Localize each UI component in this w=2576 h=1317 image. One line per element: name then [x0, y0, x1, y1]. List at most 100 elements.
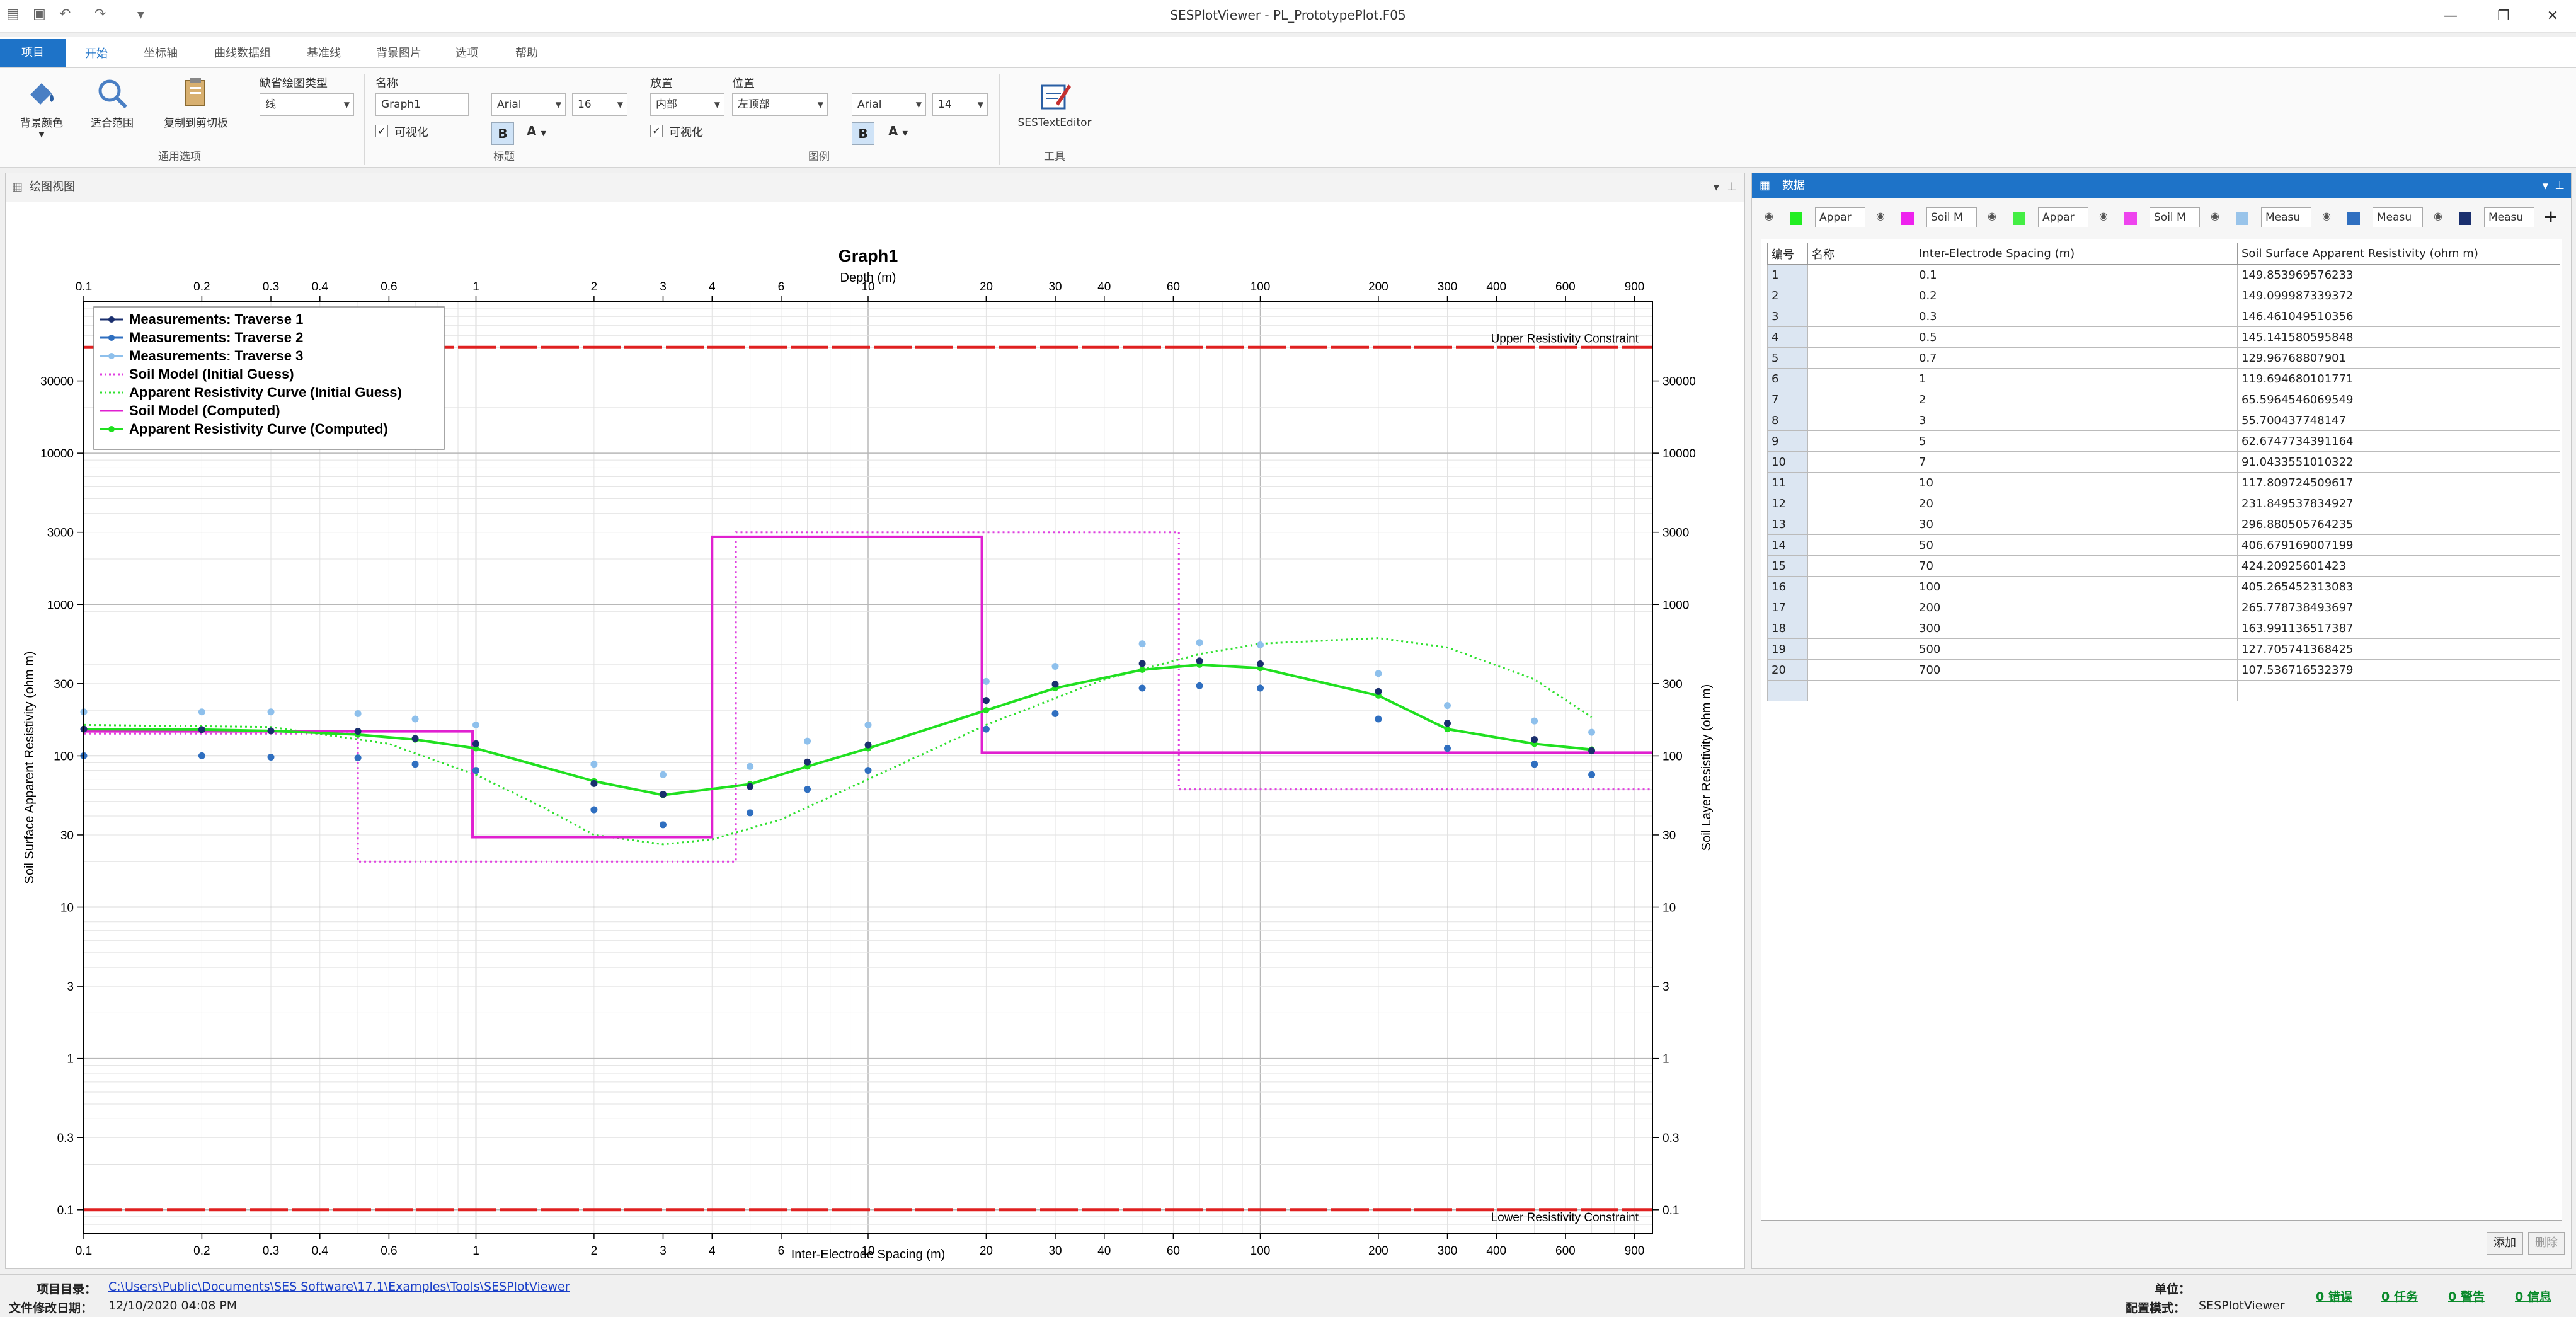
- row-index[interactable]: 7: [1767, 389, 1808, 410]
- legend-font-color-button[interactable]: A ▼: [888, 124, 908, 139]
- row-name[interactable]: [1807, 326, 1915, 348]
- copy-clipboard-button[interactable]: 复制到剪切板: [155, 76, 237, 130]
- add-series-button[interactable]: +: [2543, 206, 2558, 230]
- row-resistivity[interactable]: 265.778738493697: [2237, 597, 2560, 618]
- eye-icon[interactable]: ◉: [1876, 210, 1885, 222]
- row-name[interactable]: [1807, 389, 1915, 410]
- table-row[interactable]: 3 0.3 146.461049510356: [1767, 306, 2560, 327]
- add-row-button[interactable]: 添加: [2487, 1232, 2523, 1255]
- pin-icon[interactable]: ⊥: [2555, 173, 2565, 198]
- data-table[interactable]: 编号 名称 Inter-Electrode Spacing (m) Soil S…: [1767, 243, 2560, 701]
- row-name[interactable]: [1807, 306, 1915, 327]
- eye-icon[interactable]: ◉: [1765, 210, 1773, 222]
- row-name[interactable]: [1807, 555, 1915, 577]
- table-row[interactable]: 13 30 296.880505764235: [1767, 514, 2560, 535]
- row-spacing[interactable]: 50: [1915, 534, 2238, 556]
- table-row[interactable]: 19 500 127.705741368425: [1767, 638, 2560, 660]
- table-row[interactable]: 2 0.2 149.099987339372: [1767, 285, 2560, 306]
- table-row[interactable]: 14 50 406.679169007199: [1767, 534, 2560, 556]
- row-name[interactable]: [1807, 472, 1915, 493]
- panel-dropdown-icon[interactable]: ▼: [2543, 173, 2548, 198]
- series-tab-name[interactable]: Appar: [1815, 207, 1865, 227]
- series-tab[interactable]: ◉ Appar: [1984, 206, 2092, 230]
- row-resistivity[interactable]: 149.853969576233: [2237, 264, 2560, 285]
- row-index[interactable]: 4: [1767, 326, 1808, 348]
- table-row[interactable]: 7 2 65.5964546069549: [1767, 389, 2560, 410]
- column-header-resistivity[interactable]: Soil Surface Apparent Resistivity (ohm m…: [2237, 243, 2560, 265]
- row-spacing[interactable]: 5: [1915, 430, 2238, 452]
- row-spacing[interactable]: 70: [1915, 555, 2238, 577]
- row-resistivity[interactable]: 119.694680101771: [2237, 368, 2560, 389]
- legend-size-select[interactable]: 14 ▼: [932, 93, 988, 116]
- row-index[interactable]: 1: [1767, 264, 1808, 285]
- row-resistivity[interactable]: 163.991136517387: [2237, 618, 2560, 639]
- row-index[interactable]: 8: [1767, 410, 1808, 431]
- row-spacing[interactable]: 10: [1915, 472, 2238, 493]
- row-resistivity[interactable]: 146.461049510356: [2237, 306, 2560, 327]
- row-spacing[interactable]: 0.1: [1915, 264, 2238, 285]
- row-index[interactable]: 11: [1767, 472, 1808, 493]
- row-spacing[interactable]: 500: [1915, 638, 2238, 660]
- row-index[interactable]: 15: [1767, 555, 1808, 577]
- row-spacing[interactable]: 0.7: [1915, 347, 2238, 369]
- row-name[interactable]: [1807, 514, 1915, 535]
- row-index[interactable]: 9: [1767, 430, 1808, 452]
- warnings-count[interactable]: 0 警告: [2448, 1287, 2485, 1304]
- title-font-select[interactable]: Arial ▼: [491, 93, 566, 116]
- row-resistivity[interactable]: 117.809724509617: [2237, 472, 2560, 493]
- row-resistivity[interactable]: 62.6747734391164: [2237, 430, 2560, 452]
- empty-cell[interactable]: [1807, 680, 1915, 701]
- empty-cell[interactable]: [1767, 680, 1808, 701]
- title-name-input[interactable]: Graph1: [375, 93, 469, 116]
- row-resistivity[interactable]: 145.141580595848: [2237, 326, 2560, 348]
- table-row[interactable]: 6 1 119.694680101771: [1767, 368, 2560, 389]
- row-index[interactable]: 14: [1767, 534, 1808, 556]
- row-resistivity[interactable]: 149.099987339372: [2237, 285, 2560, 306]
- row-name[interactable]: [1807, 451, 1915, 473]
- title-font-color-button[interactable]: A ▼: [527, 124, 546, 139]
- row-index[interactable]: 5: [1767, 347, 1808, 369]
- row-resistivity[interactable]: 405.265452313083: [2237, 576, 2560, 597]
- legend-place-select[interactable]: 内部 ▼: [650, 93, 724, 116]
- row-spacing[interactable]: 0.2: [1915, 285, 2238, 306]
- table-row-empty[interactable]: [1767, 680, 2560, 701]
- tasks-count[interactable]: 0 任务: [2381, 1287, 2418, 1304]
- legend-position-select[interactable]: 左顶部 ▼: [732, 93, 828, 116]
- row-name[interactable]: [1807, 493, 1915, 514]
- table-row[interactable]: 16 100 405.265452313083: [1767, 576, 2560, 597]
- series-color-swatch[interactable]: [1901, 212, 1914, 225]
- tab-curve-data[interactable]: 曲线数据组: [202, 43, 283, 67]
- legend-bold-button[interactable]: B: [852, 122, 874, 145]
- table-row[interactable]: 18 300 163.991136517387: [1767, 618, 2560, 639]
- legend-font-select[interactable]: Arial ▼: [852, 93, 926, 116]
- row-index[interactable]: 10: [1767, 451, 1808, 473]
- series-color-swatch[interactable]: [2459, 212, 2471, 225]
- eye-icon[interactable]: ◉: [2211, 210, 2219, 222]
- eye-icon[interactable]: ◉: [1988, 210, 1996, 222]
- column-header-name[interactable]: 名称: [1807, 243, 1915, 265]
- row-spacing[interactable]: 0.5: [1915, 326, 2238, 348]
- table-row[interactable]: 5 0.7 129.96768807901: [1767, 347, 2560, 369]
- series-tab[interactable]: ◉ Soil M: [2095, 206, 2204, 230]
- row-name[interactable]: [1807, 597, 1915, 618]
- row-name[interactable]: [1807, 638, 1915, 660]
- default-plot-type-select[interactable]: 线 ▼: [260, 93, 354, 116]
- table-row[interactable]: 4 0.5 145.141580595848: [1767, 326, 2560, 348]
- row-index[interactable]: 17: [1767, 597, 1808, 618]
- table-row[interactable]: 17 200 265.778738493697: [1767, 597, 2560, 618]
- eye-icon[interactable]: ◉: [2322, 210, 2331, 222]
- panel-dropdown-icon[interactable]: ▼: [1714, 173, 1719, 201]
- tab-baseline[interactable]: 基准线: [296, 43, 352, 67]
- row-name[interactable]: [1807, 534, 1915, 556]
- row-spacing[interactable]: 20: [1915, 493, 2238, 514]
- series-tab[interactable]: ◉ Measu: [2430, 206, 2538, 230]
- tab-axes[interactable]: 坐标轴: [135, 43, 186, 67]
- row-resistivity[interactable]: 91.0433551010322: [2237, 451, 2560, 473]
- row-spacing[interactable]: 300: [1915, 618, 2238, 639]
- row-index[interactable]: 16: [1767, 576, 1808, 597]
- row-spacing[interactable]: 700: [1915, 659, 2238, 681]
- series-tab[interactable]: ◉ Soil M: [1872, 206, 1981, 230]
- resistivity-chart[interactable]: Upper Resistivity Constraint Lower Resist…: [6, 202, 1744, 1268]
- row-resistivity[interactable]: 424.20925601423: [2237, 555, 2560, 577]
- row-spacing[interactable]: 7: [1915, 451, 2238, 473]
